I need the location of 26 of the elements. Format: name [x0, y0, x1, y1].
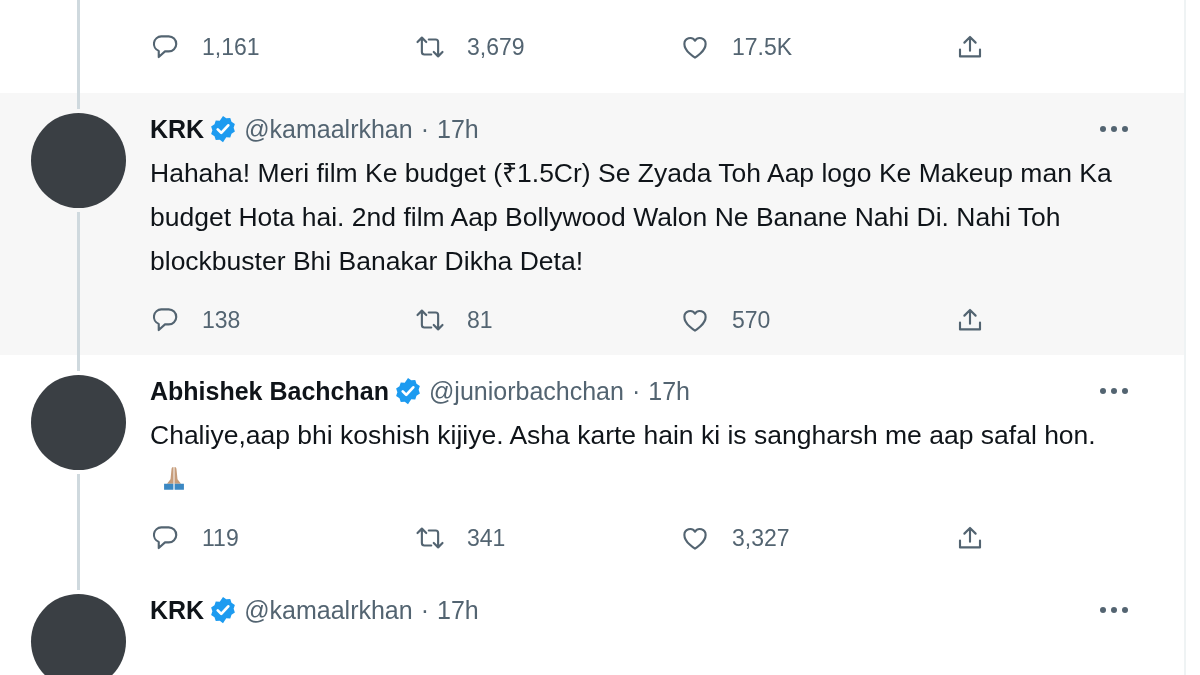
- display-name[interactable]: Abhishek Bachchan: [150, 375, 389, 407]
- timestamp[interactable]: 17h: [437, 112, 479, 145]
- tweet-text: Chaliye,aap bhi koshish kijiye. Asha karte hain ki is sangharsh me aap safal hon.: [150, 420, 1096, 450]
- reply-button[interactable]: 138: [150, 302, 415, 337]
- more-icon[interactable]: [1099, 605, 1129, 614]
- like-button[interactable]: 570: [680, 302, 955, 337]
- like-button[interactable]: 3,327: [680, 521, 955, 556]
- separator-dot: ·: [420, 594, 429, 626]
- reply-button[interactable]: 1,161: [150, 30, 415, 65]
- display-name[interactable]: KRK: [150, 112, 205, 145]
- more-icon[interactable]: [1099, 387, 1129, 395]
- separator-dot: ·: [420, 113, 429, 145]
- timestamp[interactable]: 17h: [437, 593, 479, 626]
- tweet-text: Hahaha! Meri film Ke budget (₹1.5Cr) Se Zyada Toh Aap logo Ke Makeup man Ka budget Hota hai. 2nd film Aap Bollywood Walon Ne Banane Nahi Di. Nahi Toh blockbuster Bhi Banakar Dikha Deta!: [150, 157, 1112, 276]
- user-handle[interactable]: @kamaalrkhan: [244, 593, 413, 626]
- like-button[interactable]: 17.5K: [680, 30, 955, 65]
- user-handle[interactable]: @kamaalrkhan: [244, 112, 413, 145]
- retweet-button[interactable]: 3,679: [415, 30, 680, 65]
- display-name[interactable]: KRK: [150, 593, 205, 626]
- separator-dot: ·: [631, 376, 641, 407]
- user-handle[interactable]: @juniorbachchan: [428, 375, 624, 407]
- retweet-button[interactable]: 341: [415, 521, 680, 556]
- more-icon[interactable]: [1099, 124, 1129, 133]
- reply-button[interactable]: 119: [150, 521, 415, 556]
- timestamp[interactable]: 17h: [648, 375, 690, 407]
- retweet-button[interactable]: 81: [415, 302, 680, 337]
